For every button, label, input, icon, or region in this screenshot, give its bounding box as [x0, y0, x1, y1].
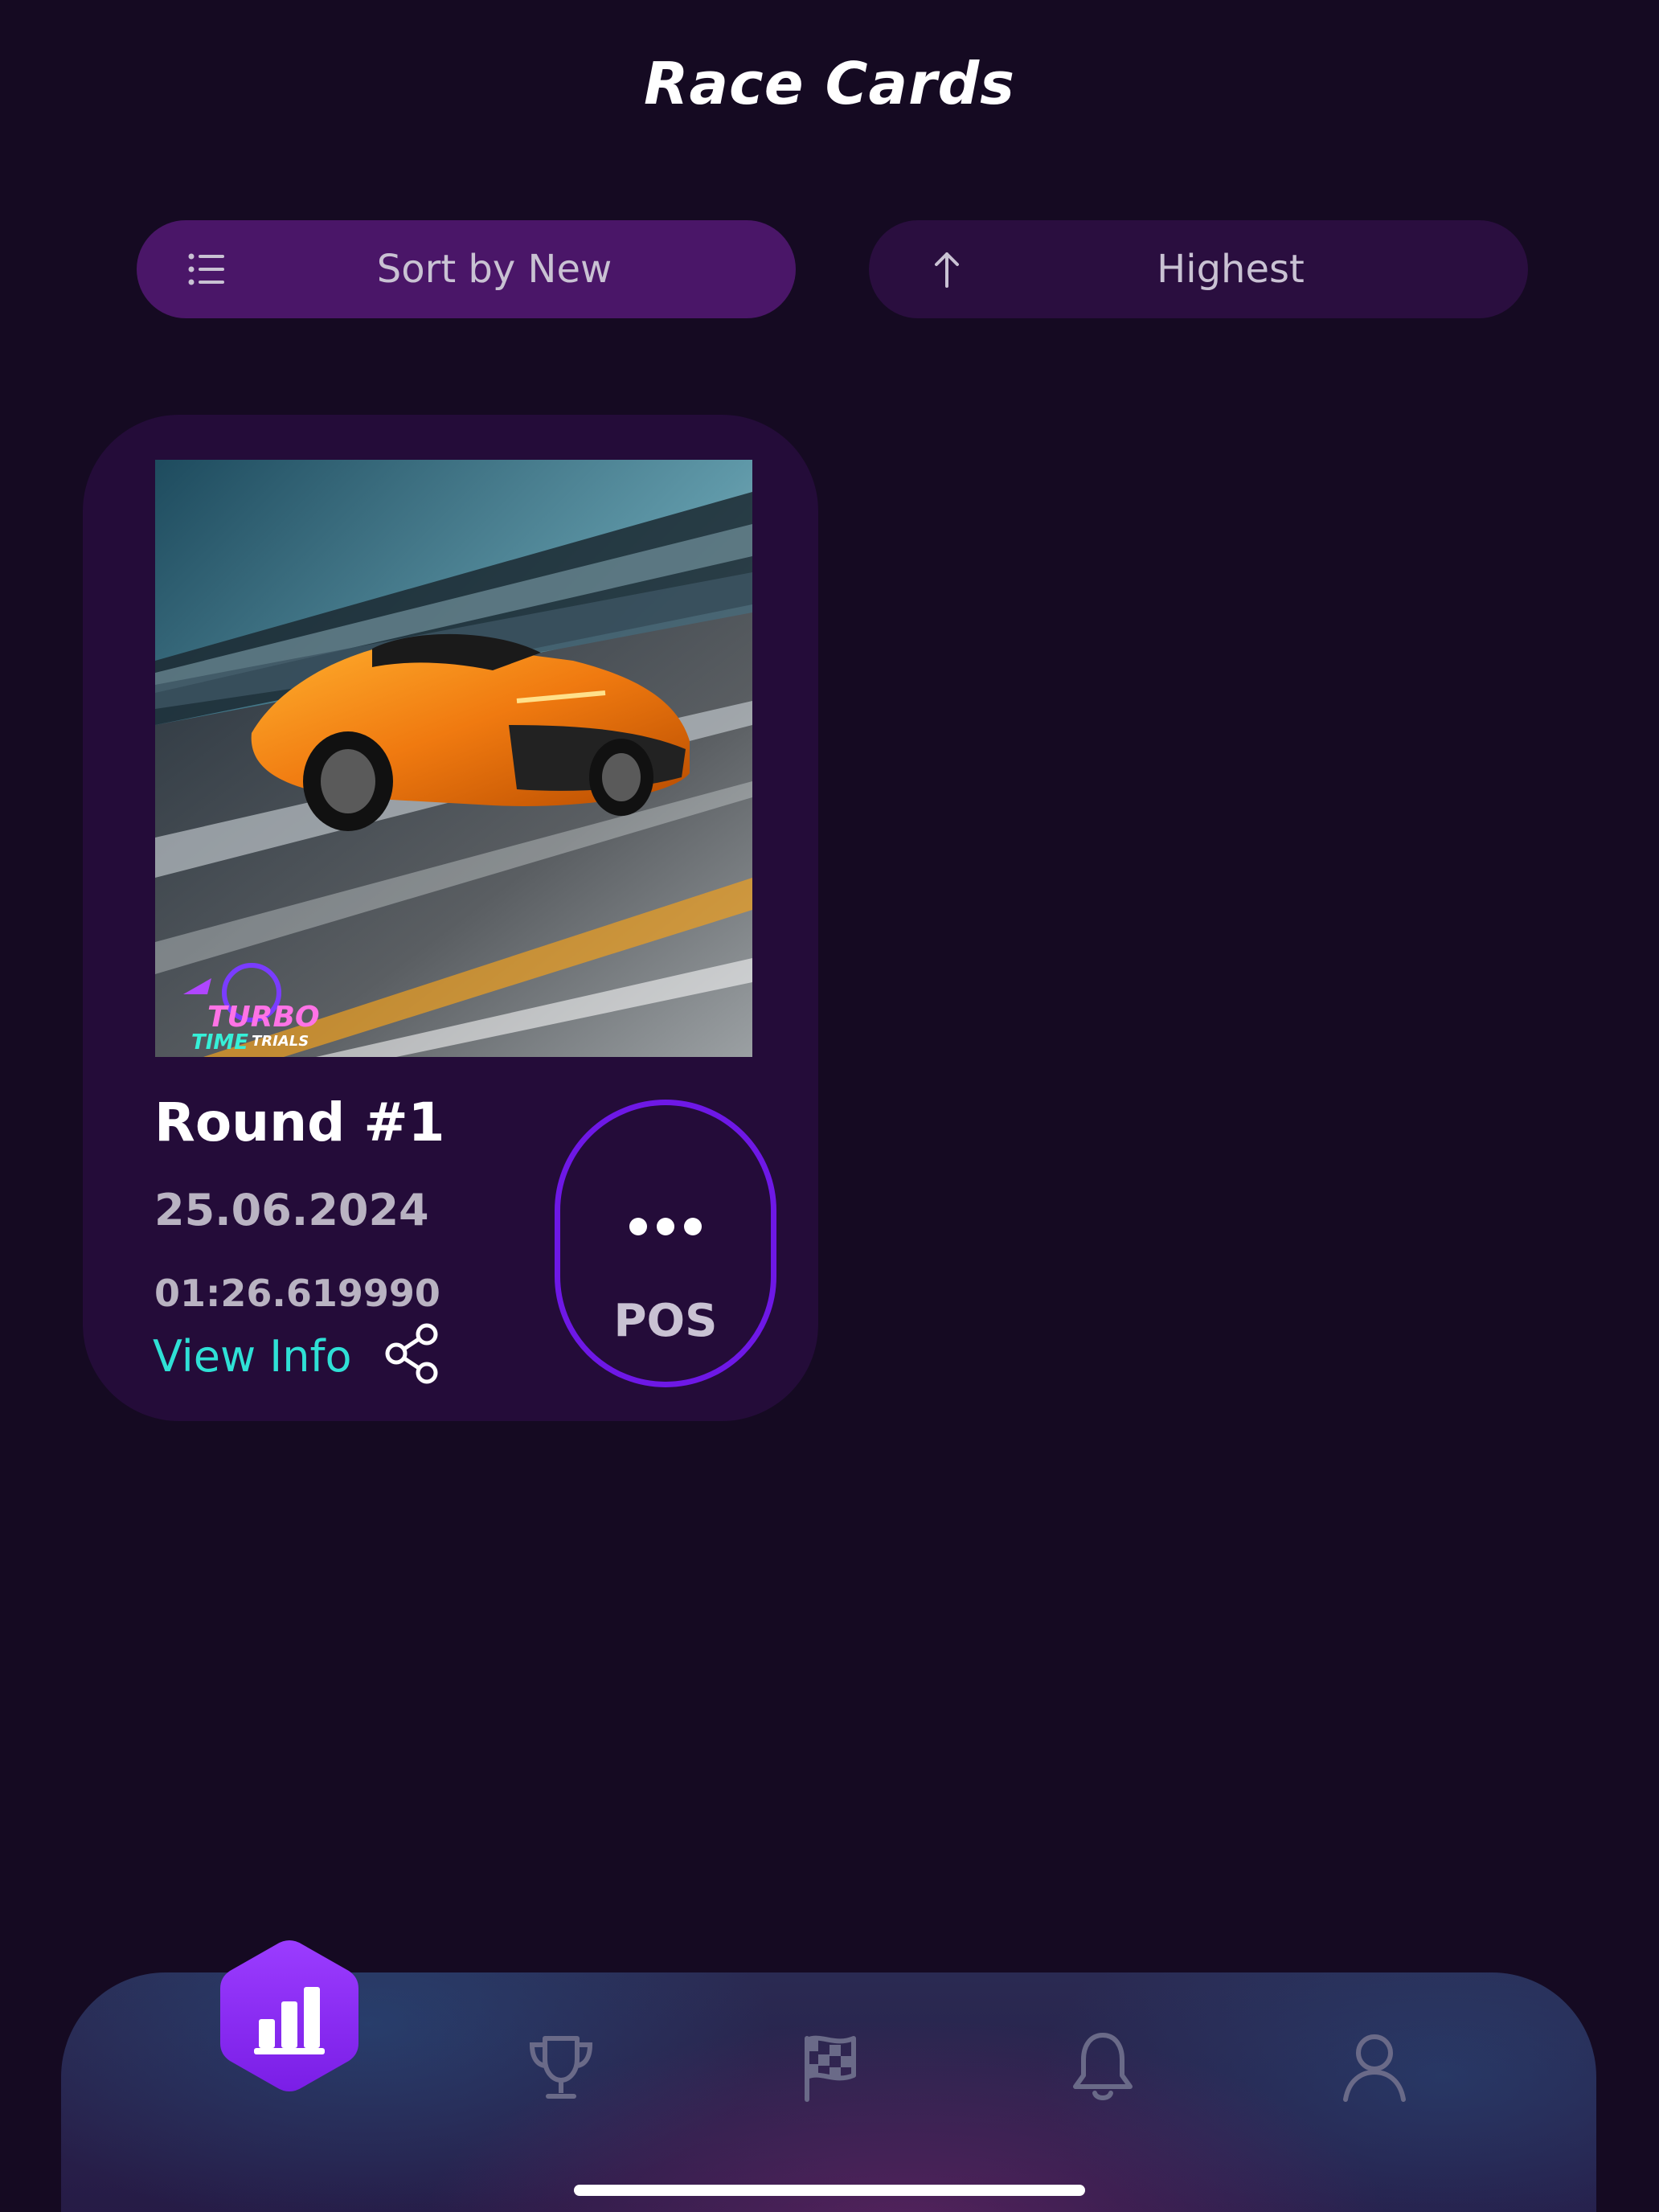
- arrow-up-icon: [935, 252, 959, 288]
- svg-text:TIME: TIME: [191, 1030, 248, 1055]
- view-info-link[interactable]: View Info: [153, 1331, 352, 1382]
- round-date: 25.06.2024: [154, 1185, 429, 1235]
- svg-text:TRIALS: TRIALS: [252, 1033, 309, 1050]
- page-title: Race Cards: [644, 50, 1015, 117]
- bell-icon[interactable]: [1063, 2026, 1143, 2106]
- checkered-flag-icon[interactable]: [793, 2027, 873, 2108]
- svg-text:TURBO: TURBO: [207, 1001, 320, 1034]
- order-button[interactable]: Highest: [869, 220, 1528, 318]
- lap-time: 01:26.619990: [154, 1272, 440, 1315]
- order-label: Highest: [1157, 247, 1305, 292]
- share-icon[interactable]: [380, 1321, 444, 1386]
- sports-car-illustration: TURBO TIME TRIALS: [155, 460, 752, 1057]
- list-icon: [188, 253, 224, 285]
- sort-label: Sort by New: [376, 247, 612, 292]
- home-indicator: [574, 2185, 1085, 2196]
- race-card-image[interactable]: TURBO TIME TRIALS: [155, 460, 752, 1057]
- race-card[interactable]: TURBO TIME TRIALS Round #1 25.06.2024 01…: [83, 415, 818, 1421]
- round-title: Round #1: [154, 1092, 445, 1153]
- sort-button[interactable]: Sort by New: [137, 220, 796, 318]
- position-button[interactable]: POS: [555, 1100, 776, 1387]
- ellipsis-icon: [560, 1218, 771, 1239]
- position-label: POS: [613, 1295, 718, 1347]
- user-icon[interactable]: [1334, 2026, 1415, 2106]
- nav-item-stats[interactable]: [217, 1937, 362, 2095]
- trophy-icon[interactable]: [521, 2027, 601, 2108]
